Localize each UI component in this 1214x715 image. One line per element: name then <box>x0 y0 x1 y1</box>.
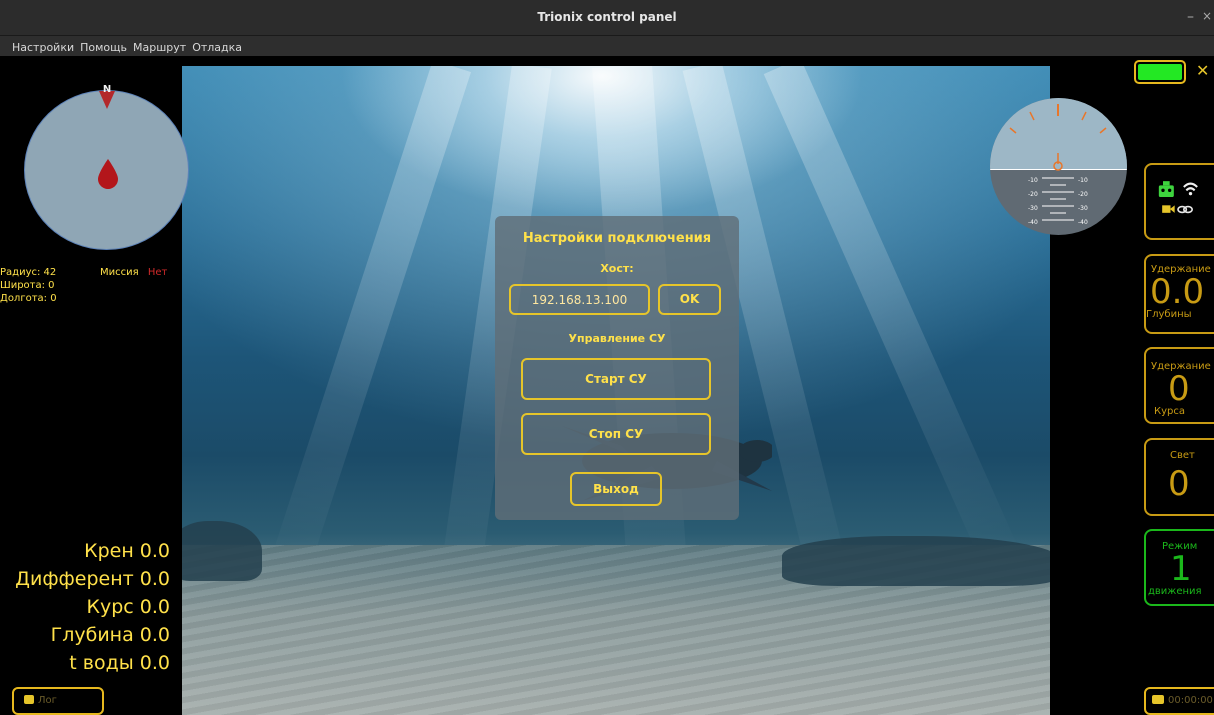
roll-readout: Крен 0.0 <box>84 540 170 562</box>
record-button[interactable]: 00:00:00 <box>1144 687 1214 715</box>
attitude-scale <box>1009 104 1107 221</box>
battery-level <box>1138 64 1182 80</box>
tick-label: -40 <box>1078 219 1088 226</box>
depth-readout: Глубина 0.0 <box>50 624 170 646</box>
course-readout: Курс 0.0 <box>86 596 171 618</box>
menu-settings[interactable]: Настройки <box>0 38 77 56</box>
video-camera-icon <box>1152 695 1164 704</box>
lock-icon <box>24 695 34 704</box>
ok-button[interactable]: OK <box>658 284 721 315</box>
light-title: Свет <box>1170 450 1195 461</box>
vehicle-position-icon <box>98 159 118 189</box>
window-title: Trionix control panel <box>537 10 677 24</box>
compass: N <box>24 84 189 250</box>
pitch-readout: Дифферент 0.0 <box>15 568 170 590</box>
longitude-value: 0 <box>50 293 57 304</box>
latitude-value: 0 <box>48 280 55 291</box>
host-input[interactable] <box>509 284 650 315</box>
tick-label: -10 <box>1078 177 1088 184</box>
attitude-indicator: -10 -20 -30 -40 -10 -20 -30 -40 <box>990 98 1127 235</box>
north-marker-icon: N <box>99 84 115 109</box>
rock <box>782 536 1050 586</box>
telemetry-block: Крен 0.0 Дифферент 0.0 Курс 0.0 Глубина … <box>0 540 170 680</box>
battery-indicator <box>1134 60 1186 84</box>
wifi-icon <box>1183 182 1198 196</box>
tick-label: -40 <box>1028 219 1038 226</box>
menu-debug[interactable]: Отладка <box>189 38 245 56</box>
title-bar: Trionix control panel – × <box>0 0 1214 36</box>
host-label: Хост: <box>600 262 634 275</box>
tick-label: -10 <box>1028 177 1038 184</box>
exit-button[interactable]: Выход <box>570 472 662 506</box>
close-button[interactable]: × <box>1202 9 1212 23</box>
tick-label: -30 <box>1078 205 1088 212</box>
mode-panel[interactable]: Режим 1 движения <box>1144 529 1214 606</box>
menu-route[interactable]: Маршрут <box>130 38 189 56</box>
tick-label: -20 <box>1028 191 1038 198</box>
depth-hold-panel[interactable]: Удержание 0.0 Глубины <box>1144 254 1214 334</box>
link-icon <box>1177 205 1193 214</box>
mission-label: Миссия <box>100 267 139 278</box>
radius-label: Радиус: <box>0 267 41 278</box>
mission-value: Нет <box>147 267 168 278</box>
connection-settings-dialog: Настройки подключения Хост: OK Управлени… <box>495 216 739 520</box>
course-hold-value: 0 <box>1168 369 1190 409</box>
main-area: N Радиус: 42 Миссия Нет Широта: 0 Долгот… <box>0 56 1214 715</box>
menu-bar: Настройки Помощь Маршрут Отладка <box>0 36 1214 56</box>
minimize-button[interactable]: – <box>1187 9 1194 25</box>
radius-value: 42 <box>43 267 57 278</box>
fullscreen-icon[interactable]: ✕ <box>1196 62 1214 80</box>
rock <box>182 521 262 581</box>
course-hold-panel[interactable]: Удержание 0 Курса <box>1144 347 1214 424</box>
tick-label: -20 <box>1078 191 1088 198</box>
mode-value: 1 <box>1170 549 1192 589</box>
log-button-label: Лог <box>38 695 57 706</box>
camera-icon <box>1162 205 1175 213</box>
log-button[interactable]: Лог <box>12 687 104 715</box>
depth-hold-value: 0.0 <box>1150 272 1205 312</box>
light-ray <box>266 66 472 586</box>
light-panel[interactable]: Свет 0 <box>1144 438 1214 516</box>
connection-status-panel <box>1144 163 1214 240</box>
robot-icon <box>1158 181 1174 197</box>
menu-help[interactable]: Помощь <box>77 38 130 56</box>
longitude-label: Долгота: <box>0 293 48 304</box>
latitude-label: Широта: <box>0 280 45 291</box>
tick-label: -30 <box>1028 205 1038 212</box>
attitude-right-ticks: -10 -20 -30 -40 <box>1078 174 1088 230</box>
course-hold-subtitle: Курса <box>1154 406 1185 417</box>
dialog-title: Настройки подключения <box>522 231 712 246</box>
stop-control-system-button[interactable]: Стоп СУ <box>521 413 711 455</box>
north-label: N <box>103 84 111 95</box>
light-value: 0 <box>1168 464 1190 504</box>
start-control-system-button[interactable]: Старт СУ <box>521 358 711 400</box>
attitude-left-ticks: -10 -20 -30 -40 <box>1028 174 1038 230</box>
mode-subtitle: движения <box>1148 586 1202 597</box>
water-temp-readout: t воды 0.0 <box>69 652 170 674</box>
record-timer: 00:00:00 <box>1168 695 1213 706</box>
control-system-label: Управление СУ <box>568 332 666 345</box>
